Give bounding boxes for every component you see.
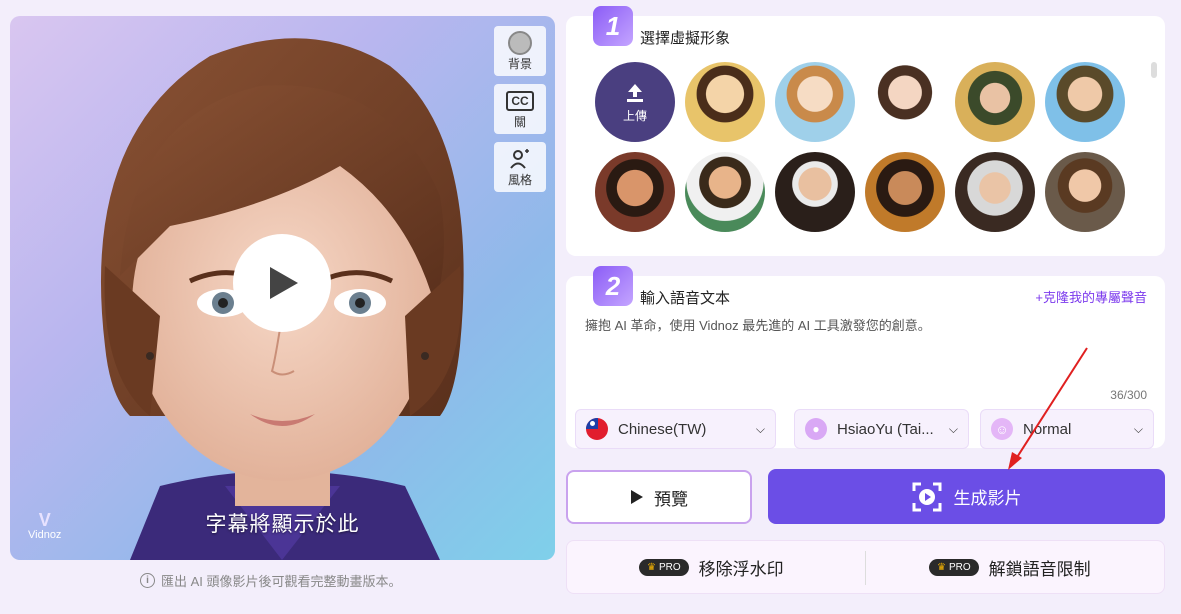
smile-icon: ☺ xyxy=(991,418,1013,440)
unlock-voice-limit-button[interactable]: ♛ PRO 解鎖語音限制 xyxy=(929,541,1091,593)
clone-voice-label: 克隆我的專屬聲音 xyxy=(1042,290,1147,305)
pro-badge-label: PRO xyxy=(658,561,681,573)
play-icon xyxy=(631,490,643,504)
step-badge-2: 2 xyxy=(593,266,633,306)
preview-tools: 背景 CC 關 風格 xyxy=(494,26,546,200)
preview-label: 預覽 xyxy=(654,489,688,509)
generate-video-button[interactable]: 生成影片 xyxy=(768,469,1165,524)
step-badge-1: 1 xyxy=(593,6,633,46)
upload-avatar-button[interactable]: 上傳 xyxy=(595,62,675,142)
background-label: 背景 xyxy=(507,56,532,71)
cc-icon: CC xyxy=(506,90,534,111)
background-icon xyxy=(508,30,532,55)
voice-value: HsiaoYu (Tai... xyxy=(837,420,934,438)
pro-badge: ♛ PRO xyxy=(639,558,689,576)
play-button[interactable] xyxy=(233,234,331,332)
avatar-option[interactable] xyxy=(955,152,1035,232)
pro-features-bar: ♛ PRO 移除浮水印 ♛ PRO 解鎖語音限制 xyxy=(566,540,1165,594)
chevron-down-icon: ⌵ xyxy=(1133,421,1143,436)
mood-select[interactable]: ☺ Normal ⌵ xyxy=(980,409,1154,449)
divider xyxy=(865,551,866,585)
style-button[interactable]: 風格 xyxy=(494,142,546,192)
avatar-option[interactable] xyxy=(775,152,855,232)
subtitle-placeholder: 字幕將顯示於此 xyxy=(205,513,360,536)
language-select[interactable]: Chinese(TW) ⌵ xyxy=(575,409,776,449)
avatar-option[interactable] xyxy=(865,62,945,142)
upload-icon xyxy=(627,83,643,102)
pro-badge: ♛ PRO xyxy=(929,558,979,576)
upload-label: 上傳 xyxy=(622,108,647,123)
avatar-option[interactable] xyxy=(1045,152,1125,232)
crown-icon: ♛ xyxy=(937,561,946,573)
avatar-selection-card: 1 選擇虛擬形象 上傳 xyxy=(566,6,1165,256)
crown-icon: ♛ xyxy=(647,561,656,573)
avatar-option[interactable] xyxy=(955,62,1035,142)
avatar-option[interactable] xyxy=(1045,62,1125,142)
step-title-1: 選擇虛擬形象 xyxy=(640,30,731,47)
style-label: 風格 xyxy=(507,172,532,187)
vidnoz-logo-text: Vidnoz xyxy=(28,529,62,541)
info-icon: i xyxy=(140,573,155,588)
generate-label: 生成影片 xyxy=(953,489,1022,508)
chevron-down-icon: ⌵ xyxy=(755,421,765,436)
clone-voice-link[interactable]: +克隆我的專屬聲音 xyxy=(1035,287,1147,306)
avatar-option[interactable] xyxy=(775,62,855,142)
unlock-voice-limit-label: 解鎖語音限制 xyxy=(988,559,1091,579)
vidnoz-logo-mark: V xyxy=(38,510,51,530)
plus-icon: + xyxy=(1035,290,1043,305)
video-generate-icon xyxy=(912,482,941,511)
preview-button[interactable]: 預覽 xyxy=(566,470,752,524)
avatar-option[interactable] xyxy=(685,152,765,232)
avatar-preview: 背景 CC 關 風格 字幕將顯示於此 V Vidnoz xyxy=(10,16,555,560)
captions-label: 關 xyxy=(513,114,526,129)
remove-watermark-button[interactable]: ♛ PRO 移除浮水印 xyxy=(639,541,784,593)
export-notice-text: 匯出 AI 頭像影片後可觀看完整動畫版本。 xyxy=(161,574,402,589)
chevron-down-icon: ⌵ xyxy=(948,421,958,436)
language-value: Chinese(TW) xyxy=(618,420,707,438)
remove-watermark-label: 移除浮水印 xyxy=(698,559,784,579)
voice-avatar-icon: ● xyxy=(805,418,827,440)
background-button[interactable]: 背景 xyxy=(494,26,546,76)
step-title-2: 輸入語音文本 xyxy=(640,290,731,307)
avatar-option[interactable] xyxy=(865,152,945,232)
export-notice: i 匯出 AI 頭像影片後可觀看完整動畫版本。 xyxy=(140,571,402,590)
style-icon xyxy=(510,148,529,169)
avatar-option[interactable] xyxy=(595,152,675,232)
taiwan-flag-icon xyxy=(586,418,608,440)
captions-button[interactable]: CC 關 xyxy=(494,84,546,134)
character-counter: 36/300 xyxy=(1110,388,1147,402)
pro-badge-label: PRO xyxy=(948,561,971,573)
play-icon xyxy=(270,267,298,299)
mood-value: Normal xyxy=(1023,420,1072,438)
avatar-option[interactable] xyxy=(685,62,765,142)
avatar-scrollbar[interactable] xyxy=(1151,62,1157,78)
vidnoz-logo: V Vidnoz xyxy=(28,511,61,541)
script-input-card: 2 輸入語音文本 +克隆我的專屬聲音 擁抱 AI 革命，使用 Vidnoz 最先… xyxy=(566,266,1165,449)
voice-select[interactable]: ● HsiaoYu (Tai... ⌵ xyxy=(794,409,969,449)
script-textarea[interactable]: 擁抱 AI 革命，使用 Vidnoz 最先進的 AI 工具激發您的創意。 xyxy=(585,315,931,334)
